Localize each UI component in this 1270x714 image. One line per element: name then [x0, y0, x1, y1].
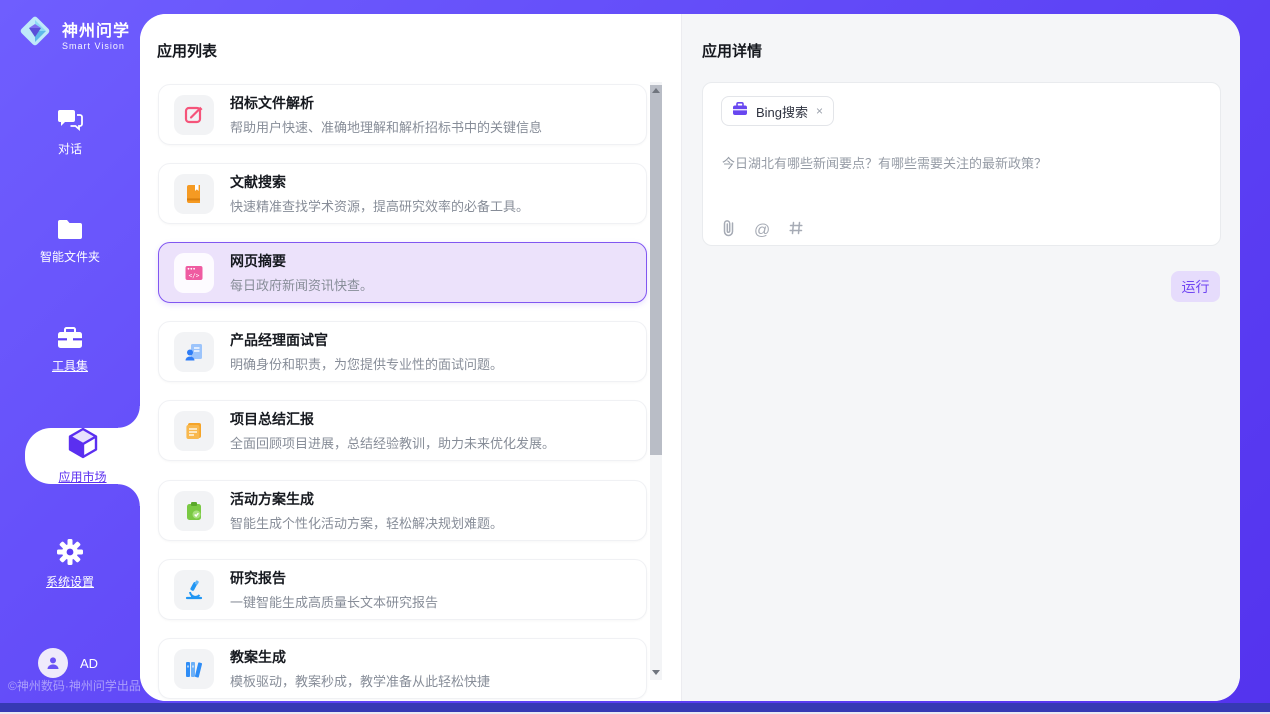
app-card-title: 教案生成 [230, 647, 490, 667]
app-card-title: 项目总结汇报 [230, 409, 555, 429]
app-card-bid-doc-parse[interactable]: 招标文件解析 帮助用户快速、准确地理解和解析招标书中的关键信息 [158, 84, 647, 145]
interviewer-icon [174, 332, 214, 372]
app-card-title: 文献搜索 [230, 172, 529, 192]
gear-icon [56, 538, 84, 566]
app-list-scrollbar[interactable] [650, 82, 662, 680]
sidebar: 神州问学 Smart Vision 对话 智能文件夹 [0, 0, 140, 703]
app-detail-title: 应用详情 [702, 40, 762, 61]
chat-icon [57, 108, 84, 133]
briefcase-icon [732, 102, 748, 121]
main-panel: 应用列表 招标文件解析 帮助用户快速、准确地理解和解析招标书中的关键信息 [140, 14, 1240, 701]
clipboard-check-icon [174, 491, 214, 531]
close-icon[interactable]: × [816, 104, 823, 118]
app-card-desc: 快速精准查找学术资源，提高研究效率的必备工具。 [230, 196, 529, 215]
query-card[interactable]: Bing搜索 × 今日湖北有哪些新闻要点？有哪些需要关注的最新政策？ @ [702, 82, 1221, 246]
copyright-footer: ©神州数码·神州问学出品 [8, 677, 141, 694]
brand-subtitle: Smart Vision [62, 41, 130, 51]
diamond-logo-icon [16, 12, 54, 55]
app-list-panel: 应用列表 招标文件解析 帮助用户快速、准确地理解和解析招标书中的关键信息 [140, 14, 681, 701]
app-card-title: 产品经理面试官 [230, 330, 503, 350]
app-window: 神州问学 Smart Vision 对话 智能文件夹 [0, 0, 1270, 714]
scrollbar-down-icon[interactable] [652, 670, 660, 675]
app-detail-panel: 应用详情 Bing搜索 × 今日湖北有哪些新闻要点？有哪些需要关注的最新政策？ [681, 14, 1240, 701]
sidebar-item-smart-folder[interactable]: 智能文件夹 [0, 218, 140, 265]
sidebar-item-label: 应用市场 [58, 468, 106, 485]
sidebar-item-label: 系统设置 [46, 573, 94, 590]
at-sign-icon[interactable]: @ [754, 222, 770, 240]
report-doc-icon [174, 411, 214, 451]
app-card-title: 招标文件解析 [230, 93, 542, 113]
app-card-web-summary[interactable]: </> 网页摘要 每日政府新闻资讯快查。 [158, 242, 647, 303]
user-account[interactable]: AD [38, 648, 98, 678]
sidebar-item-label: 工具集 [52, 357, 88, 374]
sidebar-item-label: 智能文件夹 [40, 248, 100, 265]
books-icon [174, 649, 214, 689]
app-card-project-summary[interactable]: 项目总结汇报 全面回顾项目进展，总结经验教训，助力未来优化发展。 [158, 400, 647, 461]
app-card-title: 研究报告 [230, 568, 438, 588]
tool-chip-label: Bing搜索 [756, 102, 808, 121]
user-avatar-icon [38, 648, 68, 678]
scrollbar-thumb[interactable] [650, 85, 662, 455]
query-text-input[interactable]: 今日湖北有哪些新闻要点？有哪些需要关注的最新政策？ [722, 153, 1200, 172]
sidebar-item-app-market[interactable]: 应用市场 [25, 428, 140, 484]
sidebar-item-toolset[interactable]: 工具集 [0, 326, 140, 374]
app-card-event-plan[interactable]: 活动方案生成 智能生成个性化活动方案，轻松解决规划难题。 [158, 480, 647, 541]
user-name: AD [80, 656, 98, 671]
attachment-toolbar: @ [722, 219, 803, 242]
svg-text:</>: </> [189, 272, 200, 279]
hash-icon[interactable] [789, 221, 803, 240]
toolbox-icon [56, 326, 84, 350]
app-card-desc: 每日政府新闻资讯快查。 [230, 275, 373, 294]
app-card-desc: 全面回顾项目进展，总结经验教训，助力未来优化发展。 [230, 433, 555, 452]
sidebar-item-settings[interactable]: 系统设置 [0, 538, 140, 590]
app-card-literature-search[interactable]: 文献搜索 快速精准查找学术资源，提高研究效率的必备工具。 [158, 163, 647, 224]
app-card-desc: 帮助用户快速、准确地理解和解析招标书中的关键信息 [230, 117, 542, 136]
tool-chip-bing-search[interactable]: Bing搜索 × [721, 96, 834, 126]
app-card-desc: 模板驱动，教案秒成，教学准备从此轻松快捷 [230, 671, 490, 690]
sidebar-item-label: 对话 [58, 140, 82, 157]
app-list: 招标文件解析 帮助用户快速、准确地理解和解析招标书中的关键信息 文 [140, 76, 681, 701]
app-card-research-report[interactable]: 研究报告 一键智能生成高质量长文本研究报告 [158, 559, 647, 620]
app-card-pm-interviewer[interactable]: 产品经理面试官 明确身份和职责，为您提供专业性的面试问题。 [158, 321, 647, 382]
browser-code-icon: </> [174, 253, 214, 293]
microscope-icon [174, 570, 214, 610]
doc-edit-icon [174, 95, 214, 135]
bottom-bar [0, 703, 1270, 712]
brand-name: 神州问学 [62, 17, 130, 41]
folder-icon [56, 218, 84, 241]
brand-text: 神州问学 Smart Vision [62, 17, 130, 51]
book-icon [174, 174, 214, 214]
run-button[interactable]: 运行 [1171, 271, 1220, 302]
app-card-title: 网页摘要 [230, 251, 373, 271]
app-card-desc: 智能生成个性化活动方案，轻松解决规划难题。 [230, 513, 503, 532]
paperclip-icon[interactable] [722, 219, 735, 242]
cube-icon [68, 427, 98, 464]
app-list-title: 应用列表 [157, 40, 217, 61]
app-card-desc: 一键智能生成高质量长文本研究报告 [230, 592, 438, 611]
scrollbar-up-icon[interactable] [652, 88, 660, 93]
app-card-title: 活动方案生成 [230, 489, 503, 509]
sidebar-item-chat[interactable]: 对话 [0, 108, 140, 157]
brand-logo: 神州问学 Smart Vision [16, 12, 130, 55]
app-card-desc: 明确身份和职责，为您提供专业性的面试问题。 [230, 354, 503, 373]
app-card-lesson-plan[interactable]: 教案生成 模板驱动，教案秒成，教学准备从此轻松快捷 [158, 638, 647, 699]
